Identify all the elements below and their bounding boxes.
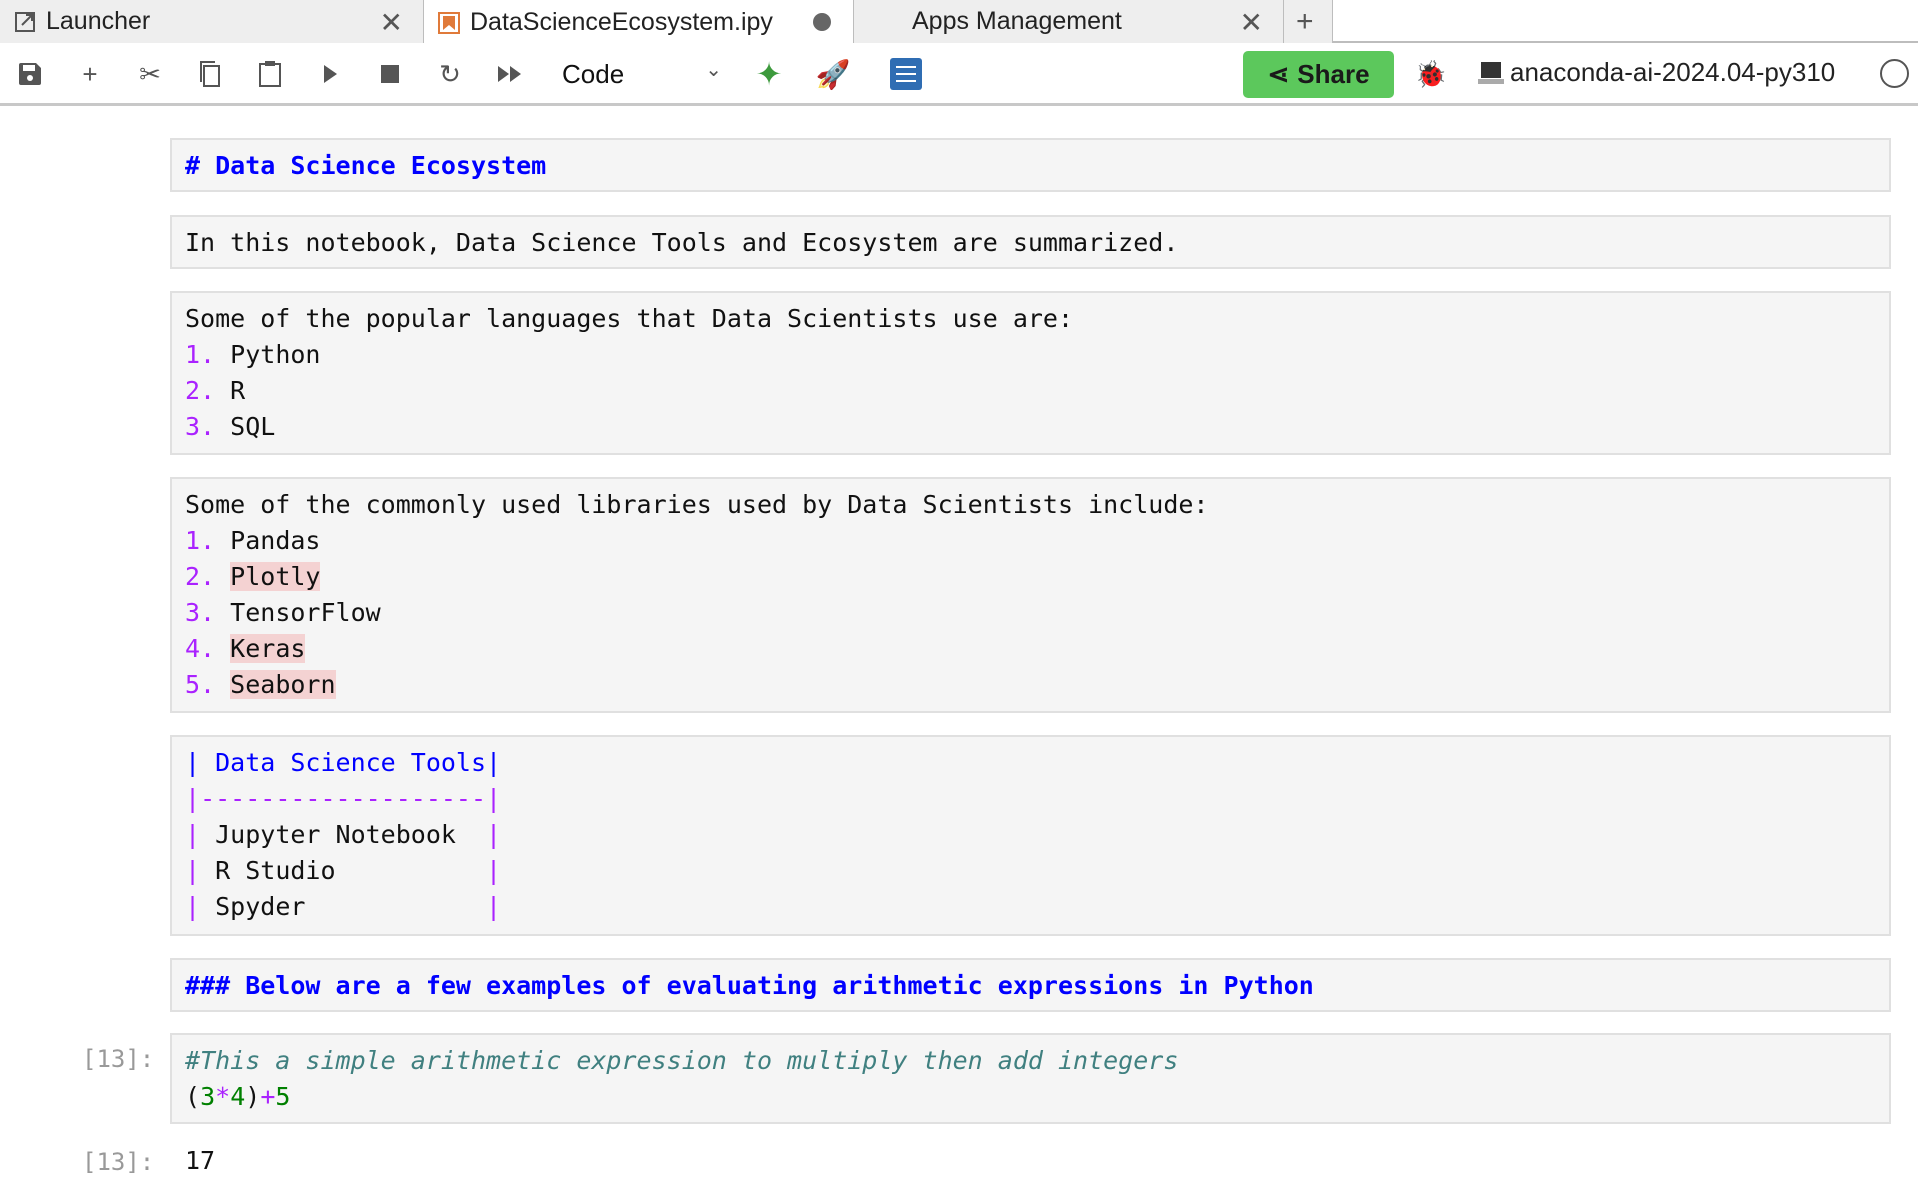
stop-icon: [381, 65, 399, 83]
interrupt-button[interactable]: [373, 57, 407, 91]
table-header: Data Science Tools: [200, 748, 487, 777]
share-button[interactable]: ⋖ Share: [1243, 51, 1394, 98]
cut-button[interactable]: ✂: [133, 57, 167, 91]
input-prompt: [13]:: [82, 1045, 155, 1073]
markdown-cell-libraries[interactable]: Some of the commonly used libraries used…: [170, 477, 1891, 713]
tab-notebook[interactable]: DataScienceEcosystem.ipy: [424, 0, 854, 45]
code-token: *: [215, 1082, 231, 1111]
chevron-down-icon: ⌄: [705, 59, 722, 81]
cell-text: # Data Science Ecosystem: [185, 151, 547, 180]
code-token: 3: [200, 1082, 216, 1111]
paste-button[interactable]: [253, 57, 287, 91]
tab-apps-management[interactable]: Apps Management ✕: [854, 0, 1284, 43]
code-token: 5: [275, 1082, 291, 1111]
plus-icon: +: [1296, 4, 1314, 38]
copy-button[interactable]: [193, 57, 227, 91]
refresh-icon: ↻: [439, 58, 461, 89]
kernel-selector[interactable]: anaconda-ai-2024.04-py310: [1478, 57, 1835, 88]
list-item: Python: [230, 340, 321, 369]
cell-text: Some of the popular languages that Data …: [185, 304, 1074, 333]
list-number: 2.: [185, 562, 216, 591]
restart-button[interactable]: ↻: [433, 57, 467, 91]
cell-type-value: Code: [562, 58, 625, 89]
run-button[interactable]: [313, 57, 347, 91]
list-number: 5.: [185, 670, 216, 699]
cell-text: Some of the commonly used libraries used…: [185, 490, 1209, 519]
cell-type-select[interactable]: Code ⌄: [562, 57, 722, 91]
cell-text: In this notebook, Data Science Tools and…: [185, 228, 1179, 257]
list-item: Plotly: [230, 562, 321, 591]
unsaved-indicator-icon[interactable]: [813, 13, 831, 31]
list-number: 3.: [185, 598, 216, 627]
list-item: R: [230, 376, 246, 405]
save-icon: [19, 63, 41, 85]
debugger-button[interactable]: 🐞: [1414, 57, 1448, 91]
copy-icon: [200, 61, 220, 87]
close-icon[interactable]: ✕: [1240, 6, 1263, 39]
deploy-button[interactable]: 🚀: [815, 57, 851, 91]
bug-icon: 🐞: [1414, 58, 1448, 89]
laptop-icon: [1478, 61, 1504, 84]
tab-launcher[interactable]: Launcher ✕: [0, 0, 424, 43]
markdown-cell-examples-heading[interactable]: ### Below are a few examples of evaluati…: [170, 958, 1891, 1012]
output-prompt: [13]:: [82, 1148, 155, 1176]
code-comment: #This a simple arithmetic expression to …: [185, 1046, 1179, 1075]
table-separator: -------------------: [200, 784, 487, 813]
code-token: (: [185, 1082, 201, 1111]
clipboard-icon: [259, 61, 281, 87]
kernel-name: anaconda-ai-2024.04-py310: [1510, 57, 1836, 87]
plus-icon: +: [82, 58, 98, 89]
markdown-cell-languages[interactable]: Some of the popular languages that Data …: [170, 291, 1891, 455]
list-number: 4.: [185, 634, 216, 663]
list-item: Keras: [230, 634, 306, 663]
list-number: 2.: [185, 376, 216, 405]
code-token: 4: [230, 1082, 246, 1111]
insert-cell-button[interactable]: +: [73, 57, 107, 91]
table-row: Jupyter Notebook: [200, 820, 487, 849]
cell-text: ### Below are a few examples of evaluati…: [185, 971, 1314, 1000]
markdown-cell-tools-table[interactable]: | Data Science Tools| |-----------------…: [170, 735, 1891, 936]
play-icon: [324, 65, 337, 83]
scissors-icon: ✂: [139, 58, 161, 89]
external-launch-icon: [15, 11, 35, 32]
tab-label: Apps Management: [912, 7, 1122, 35]
property-inspector-button[interactable]: [889, 57, 923, 91]
markdown-cell-title[interactable]: # Data Science Ecosystem: [170, 138, 1891, 192]
restart-run-all-button[interactable]: [493, 57, 527, 91]
table-row: R Studio: [200, 856, 487, 885]
ai-assistant-button[interactable]: ✦: [752, 56, 786, 92]
list-number: 1.: [185, 340, 216, 369]
table-row: Spyder: [200, 892, 487, 921]
share-icon: ⋖: [1267, 59, 1290, 89]
new-tab-button[interactable]: +: [1284, 0, 1333, 43]
sliders-icon: [890, 58, 922, 90]
list-item: Seaborn: [230, 670, 336, 699]
tab-label: DataScienceEcosystem.ipy: [470, 8, 773, 36]
list-item: TensorFlow: [230, 598, 381, 627]
notebook-icon: [438, 11, 460, 34]
notebook-toolbar: + ✂ ↻ Code ⌄ ✦ 🚀 ⋖ Share 🐞 anaconda-ai-202…: [0, 43, 1918, 106]
code-cell[interactable]: #This a simple arithmetic expression to …: [170, 1033, 1891, 1124]
markdown-cell-intro[interactable]: In this notebook, Data Science Tools and…: [170, 215, 1891, 269]
list-item: Pandas: [230, 526, 321, 555]
fast-forward-icon: [498, 66, 521, 82]
cell-output: 17: [185, 1146, 216, 1175]
list-number: 1.: [185, 526, 216, 555]
close-icon[interactable]: ✕: [380, 6, 403, 39]
tab-label: Launcher: [46, 7, 151, 35]
sparkles-icon: ✦: [755, 56, 783, 92]
tab-bar: Launcher ✕ DataScienceEcosystem.ipy Apps…: [0, 0, 1918, 45]
share-label: Share: [1297, 59, 1370, 89]
code-token: +: [260, 1082, 276, 1111]
list-number: 3.: [185, 412, 216, 441]
code-token: ): [245, 1082, 261, 1111]
save-button[interactable]: [13, 57, 47, 91]
list-item: SQL: [230, 412, 276, 441]
rocket-icon: 🚀: [815, 58, 851, 90]
kernel-status-icon: [1880, 59, 1909, 88]
